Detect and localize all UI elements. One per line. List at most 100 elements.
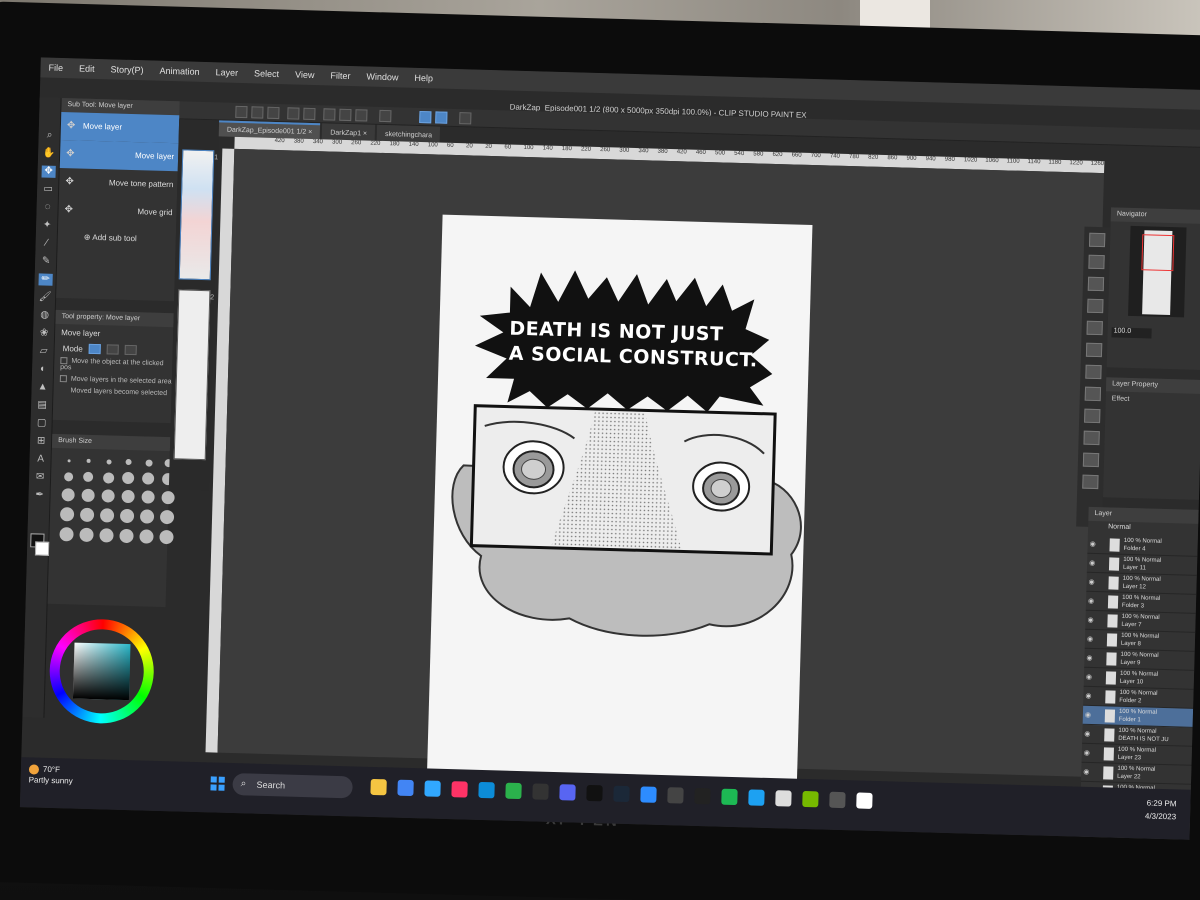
app-icon[interactable]	[775, 790, 792, 807]
visibility-eye-icon[interactable]: ◉	[1086, 654, 1092, 662]
canvas-area[interactable]: DEATH IS NOT JUST A SOCIAL CONSTRUCT.	[217, 148, 1105, 785]
menu-layer[interactable]: Layer	[215, 67, 238, 78]
brush-size-preset[interactable]	[67, 458, 71, 462]
brush-size-preset[interactable]	[141, 472, 155, 485]
brush-size-preset[interactable]	[80, 488, 95, 503]
brush-size-preset[interactable]	[99, 508, 115, 523]
blend-tool-icon[interactable]: ◐	[36, 363, 50, 375]
xbox-icon[interactable]	[505, 782, 522, 800]
visibility-eye-icon[interactable]: ◉	[1085, 711, 1091, 719]
obs-icon[interactable]	[667, 787, 684, 804]
add-subtool-button[interactable]: ⊕ Add sub tool	[58, 224, 176, 244]
menu-story[interactable]: Story(P)	[110, 64, 143, 75]
new-icon[interactable]	[235, 105, 248, 119]
clipstudio-icon[interactable]	[856, 792, 873, 809]
tiktok-icon[interactable]	[586, 784, 603, 802]
navigator-preview[interactable]	[1128, 225, 1187, 318]
page-thumbnail-1[interactable]	[178, 149, 215, 281]
menu-view[interactable]: View	[295, 70, 315, 81]
subtool-move-grid[interactable]: ✥ Move grid	[58, 196, 177, 227]
zoom-input[interactable]: 100.0	[1111, 327, 1152, 339]
brush-size-preset[interactable]	[159, 529, 174, 545]
page-thumbnail-2[interactable]	[173, 289, 211, 461]
approximate-color-icon[interactable]	[1083, 430, 1100, 446]
search-layer-icon[interactable]	[1085, 342, 1103, 358]
checkbox[interactable]	[59, 375, 67, 383]
system-clock[interactable]: 6:29 PM 4/3/2023	[1145, 797, 1177, 824]
visibility-eye-icon[interactable]: ◉	[1087, 635, 1093, 643]
mode-option-1[interactable]	[88, 343, 101, 355]
brush-size-preset[interactable]	[119, 508, 135, 524]
brush-size-preset[interactable]	[139, 529, 154, 544]
item-bank-icon[interactable]	[1087, 298, 1104, 314]
balloon-tool-icon[interactable]: ✉	[33, 471, 47, 483]
camera-icon[interactable]	[1082, 474, 1099, 490]
brush-size-preset[interactable]	[100, 489, 115, 503]
brush-size-preset[interactable]	[59, 507, 75, 522]
visibility-eye-icon[interactable]: ◉	[1087, 616, 1093, 624]
subtool-move-layer-2[interactable]: ✥ Move layer	[59, 139, 179, 172]
brush-size-preset[interactable]	[79, 527, 94, 543]
menu-window[interactable]: Window	[366, 71, 398, 82]
brush-size-preset[interactable]	[160, 490, 175, 505]
snap-off-icon[interactable]	[379, 109, 392, 123]
xppen-icon[interactable]	[829, 791, 846, 809]
snap-special-icon[interactable]	[435, 111, 448, 124]
clear-icon[interactable]	[323, 108, 336, 121]
menu-select[interactable]: Select	[254, 68, 279, 79]
frame-tool-icon[interactable]: ⊞	[34, 435, 48, 447]
auto-action-icon[interactable]	[1085, 364, 1102, 380]
close-icon[interactable]: ×	[363, 130, 367, 137]
navigator-icon[interactable]	[1088, 232, 1106, 248]
brush-size-preset[interactable]	[79, 507, 95, 523]
pencil-tool-icon[interactable]: ✏	[38, 273, 53, 286]
history-icon[interactable]	[1086, 320, 1103, 336]
open-icon[interactable]	[251, 106, 264, 119]
brush-size-preset[interactable]	[60, 488, 75, 502]
menu-animation[interactable]: Animation	[159, 66, 199, 77]
subtool-move-layer[interactable]: ✥ Move layer	[60, 111, 180, 144]
epic-icon[interactable]	[532, 783, 549, 800]
brush-size-preset[interactable]	[140, 490, 155, 504]
brush-size-preset[interactable]	[119, 528, 134, 544]
brush-size-preset[interactable]	[99, 528, 114, 543]
airbrush-tool-icon[interactable]: ◍	[37, 309, 51, 321]
menu-filter[interactable]: Filter	[330, 70, 350, 81]
comic-page[interactable]: DEATH IS NOT JUST A SOCIAL CONSTRUCT.	[426, 214, 813, 785]
menu-file[interactable]: File	[48, 63, 63, 73]
brush-size-preset[interactable]	[63, 471, 73, 481]
color-set-icon[interactable]	[1084, 386, 1102, 402]
brush-size-preset[interactable]	[125, 458, 132, 466]
text-tool-icon[interactable]: A	[33, 453, 47, 465]
navigator-viewport-frame[interactable]	[1141, 234, 1175, 272]
material-icon[interactable]	[1087, 276, 1105, 292]
sub-color-swatch[interactable]	[34, 541, 50, 556]
subview-icon[interactable]	[1088, 254, 1105, 270]
visibility-eye-icon[interactable]: ◉	[1089, 559, 1095, 567]
menu-edit[interactable]: Edit	[79, 63, 95, 73]
zoom-icon[interactable]	[640, 786, 657, 803]
photoshop-icon[interactable]	[424, 780, 441, 797]
fill-tool-icon[interactable]: ▲	[35, 381, 49, 393]
brush-size-preset[interactable]	[102, 471, 114, 484]
lasso-tool-icon[interactable]: ◌	[40, 201, 54, 213]
zoom-tool-icon[interactable]: ⌕	[42, 129, 56, 141]
brush-size-preset[interactable]	[121, 471, 135, 485]
brush-size-preset[interactable]	[144, 458, 153, 467]
explorer-icon[interactable]	[370, 778, 387, 796]
visibility-eye-icon[interactable]: ◉	[1084, 730, 1090, 738]
visibility-eye-icon[interactable]: ◉	[1088, 578, 1094, 586]
correct-line-tool-icon[interactable]: ✒	[32, 489, 46, 501]
visibility-eye-icon[interactable]: ◉	[1083, 768, 1089, 776]
tab-sketchingchara[interactable]: sketchingchara	[376, 124, 441, 143]
mode-option-2[interactable]	[106, 344, 119, 355]
edge-icon[interactable]	[478, 781, 495, 799]
figure-tool-icon[interactable]: ▢	[34, 417, 48, 429]
steam-icon[interactable]	[613, 785, 630, 803]
snap-grid-icon[interactable]	[459, 112, 472, 125]
brush-size-preset[interactable]	[139, 509, 155, 524]
decoration-tool-icon[interactable]: ❀	[37, 327, 51, 339]
wand-tool-icon[interactable]: ✦	[40, 219, 54, 231]
discord-icon[interactable]	[559, 784, 576, 801]
color-history-icon[interactable]	[1084, 408, 1101, 424]
